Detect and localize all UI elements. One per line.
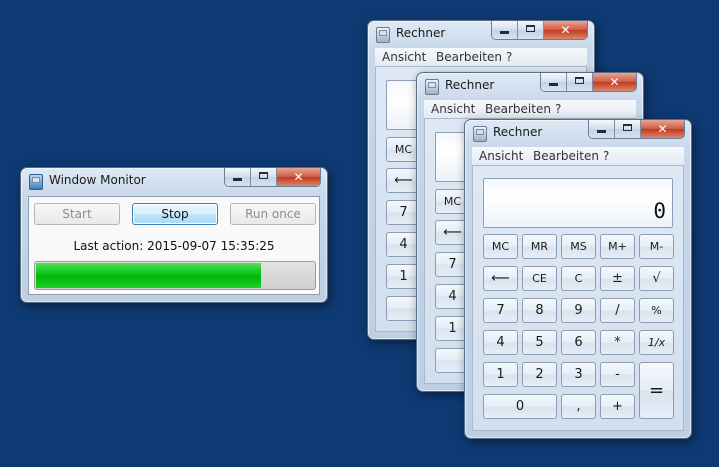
calculator-window-front[interactable]: Rechner ✕ Ansicht Bearbeiten ? 0 MC MR M… <box>464 119 692 439</box>
key-m-plus[interactable]: M+ <box>600 234 635 259</box>
key-percent[interactable]: % <box>639 298 674 323</box>
display: 0 <box>483 178 673 228</box>
display-value: 0 <box>653 199 666 223</box>
calculator-app-icon <box>425 79 439 95</box>
caption-buttons: ✕ <box>224 168 321 187</box>
calculator-body: 0 MC MR MS M+ M- ⟵ CE C ± √ 7 8 9 / % 4 … <box>472 165 684 431</box>
maximize-button[interactable] <box>567 73 593 91</box>
maximize-icon <box>259 172 268 179</box>
minimize-icon <box>500 31 509 34</box>
menu-bar: Ansicht Bearbeiten ? <box>424 100 636 118</box>
last-action-status: Last action: 2015-09-07 15:35:25 <box>73 239 275 253</box>
key-mr[interactable]: MR <box>522 234 557 259</box>
caption-buttons: ✕ <box>540 73 637 92</box>
key-c[interactable]: C <box>561 266 596 291</box>
maximize-button[interactable] <box>615 120 641 138</box>
minimize-button[interactable] <box>225 168 251 186</box>
minimize-button[interactable] <box>589 120 615 138</box>
maximize-icon <box>575 77 584 84</box>
menu-ansicht[interactable]: Ansicht <box>382 50 426 64</box>
menu-help[interactable]: ? <box>603 149 609 163</box>
key-7[interactable]: 7 <box>483 298 518 323</box>
maximize-button[interactable] <box>518 21 544 39</box>
key-divide[interactable]: / <box>600 298 635 323</box>
close-button[interactable]: ✕ <box>544 21 587 39</box>
window-monitor-body: Start Stop Run once Last action: 2015-09… <box>28 196 320 295</box>
window-title: Rechner <box>445 78 495 92</box>
key-ce[interactable]: CE <box>522 266 557 291</box>
key-minus[interactable]: - <box>600 362 635 387</box>
window-monitor-app-icon <box>29 174 43 190</box>
close-icon: ✕ <box>560 23 571 37</box>
minimize-icon <box>233 178 242 181</box>
key-sqrt[interactable]: √ <box>639 266 674 291</box>
key-mc[interactable]: MC <box>483 234 518 259</box>
calculator-app-icon <box>376 27 390 43</box>
menu-ansicht[interactable]: Ansicht <box>479 149 523 163</box>
key-ms[interactable]: MS <box>561 234 596 259</box>
key-8[interactable]: 8 <box>522 298 557 323</box>
menu-help[interactable]: ? <box>506 50 512 64</box>
key-6[interactable]: 6 <box>561 330 596 355</box>
run-once-button[interactable]: Run once <box>230 203 316 225</box>
menu-help[interactable]: ? <box>555 102 561 116</box>
key-plus-minus[interactable]: ± <box>600 266 635 291</box>
key-3[interactable]: 3 <box>561 362 596 387</box>
window-title: Window Monitor <box>49 173 146 187</box>
minimize-button[interactable] <box>541 73 567 91</box>
maximize-icon <box>623 124 632 131</box>
key-0[interactable]: 0 <box>483 394 557 419</box>
minimize-button[interactable] <box>492 21 518 39</box>
key-multiply[interactable]: * <box>600 330 635 355</box>
key-5[interactable]: 5 <box>522 330 557 355</box>
key-4[interactable]: 4 <box>483 330 518 355</box>
minimize-icon <box>549 83 558 86</box>
key-reciprocal[interactable]: 1/x <box>639 330 674 355</box>
close-button[interactable]: ✕ <box>641 120 684 138</box>
menu-bearbeiten[interactable]: Bearbeiten <box>436 50 502 64</box>
key-m-minus[interactable]: M- <box>639 234 674 259</box>
menu-bar: Ansicht Bearbeiten ? <box>472 147 684 165</box>
key-backspace[interactable]: ⟵ <box>483 266 518 291</box>
close-button[interactable]: ✕ <box>593 73 636 91</box>
minimize-icon <box>597 130 606 133</box>
menu-bearbeiten[interactable]: Bearbeiten <box>485 102 551 116</box>
calculator-app-icon <box>473 126 487 142</box>
stop-button[interactable]: Stop <box>132 203 218 225</box>
key-plus[interactable]: + <box>600 394 635 419</box>
window-monitor-window[interactable]: Window Monitor ✕ Start Stop Run once Las… <box>20 167 328 303</box>
start-button[interactable]: Start <box>34 203 120 225</box>
key-1[interactable]: 1 <box>483 362 518 387</box>
caption-buttons: ✕ <box>588 120 685 139</box>
menu-bar: Ansicht Bearbeiten ? <box>375 48 587 66</box>
key-equals[interactable]: = <box>639 362 674 419</box>
window-title: Rechner <box>396 26 446 40</box>
maximize-icon <box>526 25 535 32</box>
key-comma[interactable]: , <box>561 394 596 419</box>
progress-bar <box>34 261 316 290</box>
window-title: Rechner <box>493 125 543 139</box>
close-icon: ✕ <box>609 75 620 89</box>
key-2[interactable]: 2 <box>522 362 557 387</box>
maximize-button[interactable] <box>251 168 277 186</box>
menu-ansicht[interactable]: Ansicht <box>431 102 475 116</box>
close-icon: ✕ <box>657 122 668 136</box>
menu-bearbeiten[interactable]: Bearbeiten <box>533 149 599 163</box>
key-9[interactable]: 9 <box>561 298 596 323</box>
caption-buttons: ✕ <box>491 21 588 40</box>
close-button[interactable]: ✕ <box>277 168 320 186</box>
progress-bar-fill <box>36 263 261 288</box>
close-icon: ✕ <box>293 170 304 184</box>
